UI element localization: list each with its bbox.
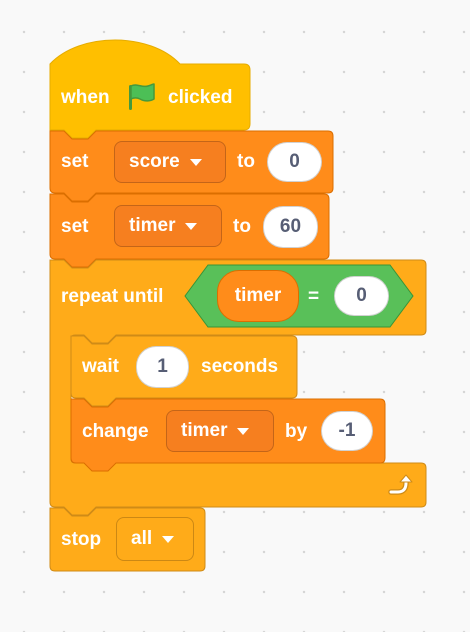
variable-dropdown-label: score [129, 151, 180, 172]
loop-arrow-icon [388, 474, 413, 495]
dropdown-caret-icon [237, 427, 250, 435]
by-label: by [285, 421, 308, 442]
seconds-label: seconds [201, 356, 279, 377]
set-timer-value-input[interactable]: 60 [263, 206, 318, 248]
change-label: change [82, 421, 149, 442]
stop-option-dropdown[interactable]: all [116, 517, 194, 561]
equals-operator-label: = [308, 286, 320, 307]
set-score-value-input[interactable]: 0 [267, 142, 322, 182]
variable-dropdown-score[interactable]: score [114, 141, 226, 183]
variable-dropdown-label: timer [181, 420, 228, 441]
wait-seconds-input[interactable]: 1 [136, 346, 189, 388]
set-label: set [61, 216, 89, 237]
clicked-label: clicked [168, 87, 233, 108]
variable-dropdown-timer[interactable]: timer [166, 410, 274, 452]
variable-dropdown-timer[interactable]: timer [114, 205, 222, 247]
stop-label: stop [61, 529, 102, 550]
dropdown-caret-icon [162, 535, 175, 543]
when-label: when [61, 87, 110, 108]
wait-label: wait [82, 356, 119, 377]
stop-option-label: all [131, 528, 153, 549]
repeat-until-label: repeat until [61, 286, 164, 307]
change-by-value-input[interactable]: -1 [321, 411, 373, 451]
timer-variable-reporter[interactable]: timer [217, 270, 299, 322]
dropdown-caret-icon [185, 222, 198, 230]
dropdown-caret-icon [189, 158, 202, 166]
set-label: set [61, 151, 89, 172]
condition-value-input[interactable]: 0 [334, 276, 389, 316]
green-flag-icon [129, 83, 155, 110]
variable-dropdown-label: timer [129, 215, 176, 236]
to-label: to [233, 216, 251, 237]
to-label: to [237, 151, 255, 172]
